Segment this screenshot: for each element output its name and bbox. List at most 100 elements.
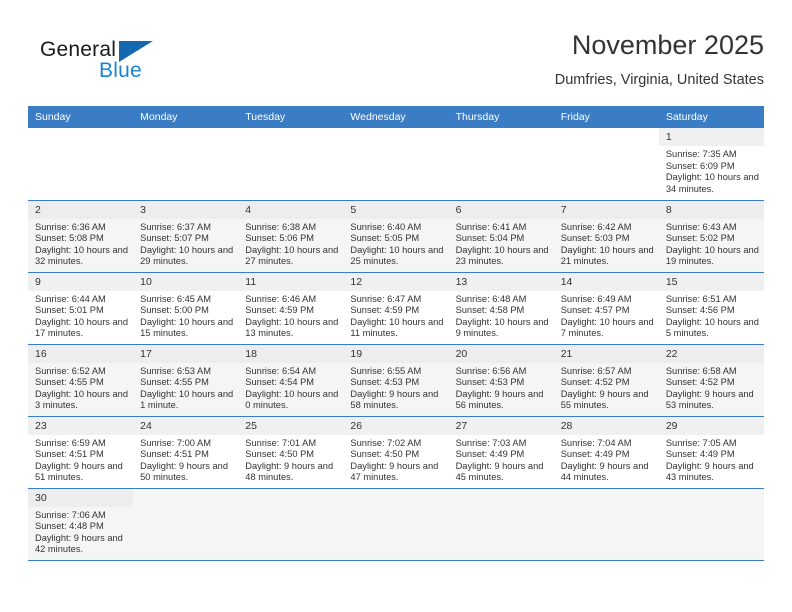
daylight-text: Daylight: 10 hours and 32 minutes. <box>35 244 129 267</box>
calendar-day-cell[interactable]: 16 Sunrise: 6:52 AM Sunset: 4:55 PM Dayligh… <box>28 344 134 417</box>
day-details: Sunrise: 6:55 AM Sunset: 4:53 PM Daylight:… <box>343 363 448 412</box>
weekday-header-wednesday: Wednesday <box>343 106 449 128</box>
calendar-day-cell[interactable]: 6 Sunrise: 6:41 AM Sunset: 5:04 PM Daylight… <box>448 200 554 273</box>
brand-logo[interactable]: General Blue <box>40 38 220 94</box>
calendar-day-cell[interactable]: 13 Sunrise: 6:48 AM Sunset: 4:58 PM Dayligh… <box>448 272 554 345</box>
day-number: 2 <box>28 200 134 219</box>
daylight-text: Daylight: 10 hours and 3 minutes. <box>35 388 129 411</box>
daylight-text: Daylight: 9 hours and 48 minutes. <box>245 460 334 483</box>
sunset-text: Sunset: 5:02 PM <box>665 233 735 244</box>
calendar-day-cell[interactable]: 5 Sunrise: 6:40 AM Sunset: 5:05 PM Daylight… <box>343 200 449 273</box>
day-number: 18 <box>238 344 344 363</box>
calendar-day-cell-empty <box>448 488 554 561</box>
calendar-day-cell[interactable]: 11 Sunrise: 6:46 AM Sunset: 4:59 PM Dayligh… <box>238 272 344 345</box>
day-number: 26 <box>343 416 449 435</box>
calendar-day-cell[interactable]: 19 Sunrise: 6:55 AM Sunset: 4:53 PM Dayligh… <box>343 344 449 417</box>
calendar-day-cell[interactable]: 8 Sunrise: 6:43 AM Sunset: 5:02 PM Daylight… <box>658 200 764 273</box>
sunset-text: Sunset: 5:04 PM <box>455 233 525 244</box>
weekday-header-saturday: Saturday <box>658 106 764 128</box>
sunrise-text: Sunrise: 6:36 AM <box>35 221 106 232</box>
sunrise-text: Sunrise: 6:54 AM <box>245 365 317 376</box>
day-details: Sunrise: 7:03 AM Sunset: 4:49 PM Daylight:… <box>449 435 554 484</box>
calendar-day-cell[interactable]: 9 Sunrise: 6:44 AM Sunset: 5:01 PM Daylight… <box>28 272 134 345</box>
sunset-text: Sunset: 4:57 PM <box>560 305 630 316</box>
sunrise-text: Sunrise: 6:44 AM <box>35 293 106 304</box>
sunrise-text: Sunrise: 7:02 AM <box>350 437 422 448</box>
day-number: 17 <box>133 344 239 363</box>
sunrise-text: Sunrise: 7:04 AM <box>560 437 632 448</box>
calendar-week-row: 2 Sunrise: 6:36 AM Sunset: 5:08 PM Daylight… <box>28 200 764 273</box>
calendar-day-cell[interactable]: 18 Sunrise: 6:54 AM Sunset: 4:54 PM Dayligh… <box>238 344 344 417</box>
calendar-day-cell[interactable]: 1 Sunrise: 7:35 AM Sunset: 6:09 PM Daylight… <box>658 128 764 201</box>
calendar-day-cell[interactable]: 14 Sunrise: 6:49 AM Sunset: 4:57 PM Dayligh… <box>553 272 659 345</box>
sunrise-text: Sunrise: 6:43 AM <box>665 221 737 232</box>
calendar-day-cell[interactable]: 17 Sunrise: 6:53 AM Sunset: 4:55 PM Dayligh… <box>133 344 239 417</box>
daylight-text: Daylight: 9 hours and 51 minutes. <box>35 460 123 483</box>
day-number: 11 <box>238 272 344 291</box>
day-details: Sunrise: 6:57 AM Sunset: 4:52 PM Daylight:… <box>554 363 659 412</box>
calendar-day-cell[interactable]: 20 Sunrise: 6:56 AM Sunset: 4:53 PM Dayligh… <box>448 344 554 417</box>
day-details: Sunrise: 6:51 AM Sunset: 4:56 PM Daylight:… <box>659 291 764 340</box>
calendar-day-cell[interactable]: 10 Sunrise: 6:45 AM Sunset: 5:00 PM Dayligh… <box>133 272 239 345</box>
calendar-day-cell[interactable]: 4 Sunrise: 6:38 AM Sunset: 5:06 PM Daylight… <box>238 200 344 273</box>
day-details: Sunrise: 7:06 AM Sunset: 4:48 PM Daylight:… <box>28 507 133 556</box>
calendar-day-cell[interactable]: 21 Sunrise: 6:57 AM Sunset: 4:52 PM Dayligh… <box>553 344 659 417</box>
calendar-day-cell-empty <box>343 488 449 561</box>
sunrise-text: Sunrise: 6:47 AM <box>350 293 422 304</box>
calendar-day-cell[interactable]: 30 Sunrise: 7:06 AM Sunset: 4:48 PM Dayligh… <box>28 488 134 561</box>
sunrise-text: Sunrise: 7:05 AM <box>665 437 737 448</box>
day-details: Sunrise: 6:54 AM Sunset: 4:54 PM Daylight:… <box>238 363 343 412</box>
sunset-text: Sunset: 4:50 PM <box>245 449 315 460</box>
calendar-week-row: 9 Sunrise: 6:44 AM Sunset: 5:01 PM Daylight… <box>28 272 764 345</box>
calendar-day-cell[interactable]: 2 Sunrise: 6:36 AM Sunset: 5:08 PM Daylight… <box>28 200 134 273</box>
calendar-day-cell[interactable]: 7 Sunrise: 6:42 AM Sunset: 5:03 PM Daylight… <box>553 200 659 273</box>
day-details: Sunrise: 6:52 AM Sunset: 4:55 PM Daylight:… <box>28 363 133 412</box>
calendar-day-cell[interactable]: 15 Sunrise: 6:51 AM Sunset: 4:56 PM Dayligh… <box>658 272 764 345</box>
sunrise-text: Sunrise: 6:46 AM <box>245 293 317 304</box>
calendar-day-cell-empty <box>238 128 344 201</box>
weekday-header-row: Sunday Monday Tuesday Wednesday Thursday… <box>28 106 764 128</box>
brand-name-blue: Blue <box>99 59 142 82</box>
sunset-text: Sunset: 4:59 PM <box>245 305 315 316</box>
day-number: 29 <box>658 416 764 435</box>
sunset-text: Sunset: 5:05 PM <box>350 233 420 244</box>
sunset-text: Sunset: 5:07 PM <box>140 233 209 244</box>
calendar-day-cell[interactable]: 12 Sunrise: 6:47 AM Sunset: 4:59 PM Dayligh… <box>343 272 449 345</box>
sunset-text: Sunset: 4:49 PM <box>560 449 630 460</box>
day-number: 16 <box>28 344 134 363</box>
calendar-day-cell-empty <box>553 128 659 201</box>
sunrise-text: Sunrise: 6:53 AM <box>140 365 211 376</box>
day-number: 12 <box>343 272 449 291</box>
day-number: 19 <box>343 344 449 363</box>
sunset-text: Sunset: 6:09 PM <box>665 160 735 171</box>
daylight-text: Daylight: 10 hours and 11 minutes. <box>350 316 444 339</box>
daylight-text: Daylight: 9 hours and 44 minutes. <box>560 460 649 483</box>
calendar-day-cell[interactable]: 28 Sunrise: 7:04 AM Sunset: 4:49 PM Dayligh… <box>553 416 659 489</box>
sunrise-text: Sunrise: 6:51 AM <box>665 293 737 304</box>
calendar-day-cell[interactable]: 3 Sunrise: 6:37 AM Sunset: 5:07 PM Daylight… <box>133 200 239 273</box>
calendar-day-cell[interactable]: 24 Sunrise: 7:00 AM Sunset: 4:51 PM Dayligh… <box>133 416 239 489</box>
page-subtitle: Dumfries, Virginia, United States <box>554 72 764 88</box>
sunrise-text: Sunrise: 6:41 AM <box>455 221 527 232</box>
calendar-day-cell[interactable]: 22 Sunrise: 6:58 AM Sunset: 4:52 PM Dayligh… <box>658 344 764 417</box>
calendar-day-cell[interactable]: 29 Sunrise: 7:05 AM Sunset: 4:49 PM Dayligh… <box>658 416 764 489</box>
calendar-day-cell[interactable]: 26 Sunrise: 7:02 AM Sunset: 4:50 PM Dayligh… <box>343 416 449 489</box>
calendar-day-cell-empty <box>133 128 239 201</box>
daylight-text: Daylight: 9 hours and 43 minutes. <box>665 460 754 483</box>
day-details: Sunrise: 6:41 AM Sunset: 5:04 PM Daylight:… <box>449 219 554 268</box>
calendar-day-cell[interactable]: 25 Sunrise: 7:01 AM Sunset: 4:50 PM Dayligh… <box>238 416 344 489</box>
sunrise-text: Sunrise: 7:06 AM <box>35 509 106 520</box>
day-details: Sunrise: 6:49 AM Sunset: 4:57 PM Daylight:… <box>554 291 659 340</box>
day-number: 20 <box>448 344 554 363</box>
sunset-text: Sunset: 5:00 PM <box>140 305 209 316</box>
day-details: Sunrise: 6:37 AM Sunset: 5:07 PM Daylight:… <box>133 219 238 268</box>
sunrise-text: Sunrise: 6:55 AM <box>350 365 422 376</box>
weekday-header-tuesday: Tuesday <box>238 106 344 128</box>
calendar-week-row: 1 Sunrise: 7:35 AM Sunset: 6:09 PM Daylight… <box>28 128 764 201</box>
calendar-day-cell[interactable]: 27 Sunrise: 7:03 AM Sunset: 4:49 PM Dayligh… <box>448 416 554 489</box>
sunset-text: Sunset: 4:52 PM <box>560 377 630 388</box>
day-details: Sunrise: 7:04 AM Sunset: 4:49 PM Daylight:… <box>554 435 659 484</box>
day-details: Sunrise: 6:56 AM Sunset: 4:53 PM Daylight:… <box>449 363 554 412</box>
day-number: 3 <box>133 200 239 219</box>
calendar-day-cell[interactable]: 23 Sunrise: 6:59 AM Sunset: 4:51 PM Dayligh… <box>28 416 134 489</box>
